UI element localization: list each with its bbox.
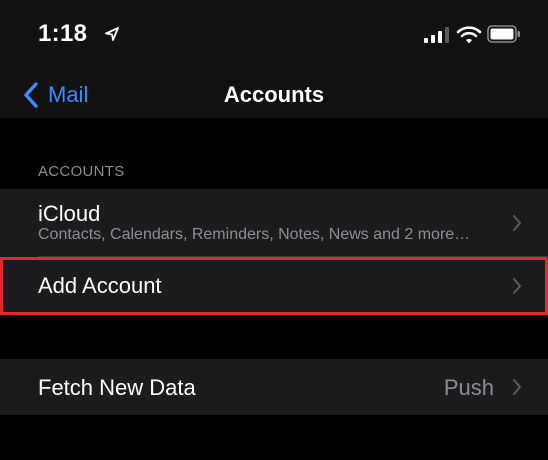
back-button[interactable]: Mail: [22, 72, 88, 118]
navigation-bar: Accounts Mail: [0, 72, 548, 118]
cellular-signal-icon: [424, 27, 449, 43]
chevron-left-icon: [24, 82, 38, 108]
fetch-new-data-row[interactable]: Fetch New Data Push: [0, 359, 548, 415]
chevron-right-icon: [513, 215, 521, 231]
battery-icon: [487, 25, 520, 43]
status-bar: 1:18: [0, 0, 548, 72]
wifi-icon: [456, 26, 482, 44]
account-subtitle: Contacts, Calendars, Reminders, Notes, N…: [38, 226, 471, 243]
status-time: 1:18: [38, 20, 88, 47]
chevron-right-icon: [513, 278, 521, 294]
add-account-button[interactable]: Add Account: [0, 257, 548, 315]
accounts-section-header: ACCOUNTS: [38, 163, 125, 180]
add-account-label: Add Account: [38, 273, 162, 298]
account-title: iCloud: [38, 201, 101, 226]
back-button-label: Mail: [48, 82, 89, 107]
fetch-new-data-value: Push: [443, 375, 494, 400]
fetch-new-data-label: Fetch New Data: [38, 375, 196, 400]
account-row-icloud[interactable]: iCloud Contacts, Calendars, Reminders, N…: [0, 189, 548, 257]
chevron-right-icon: [513, 379, 521, 395]
location-arrow-icon: [105, 27, 119, 41]
